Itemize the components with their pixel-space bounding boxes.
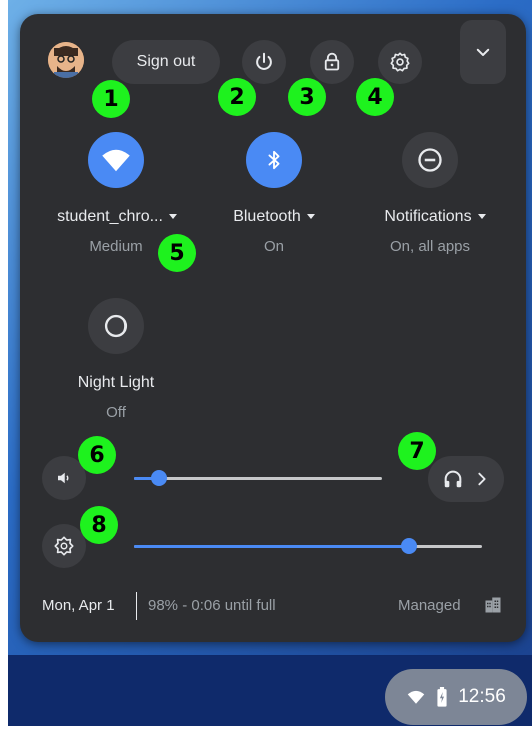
managed-label[interactable]: Managed [398, 597, 461, 614]
settings-button[interactable] [378, 40, 422, 84]
status-area-button[interactable]: 12:56 [385, 669, 527, 725]
wifi-network-name: student_chro... [57, 208, 163, 225]
annotation-badge: 1 [92, 80, 130, 118]
annotation-badge: 7 [398, 432, 436, 470]
lock-icon [324, 52, 340, 71]
caret-down-icon [477, 214, 486, 220]
caret-down-icon [306, 214, 315, 220]
annotation-badge: 6 [78, 436, 116, 474]
caret-down-icon [168, 214, 177, 220]
annotation-badge: 8 [80, 506, 118, 544]
footer-divider [136, 592, 137, 620]
wifi-tile-sublabel: Medium [89, 238, 143, 255]
volume-track [134, 477, 382, 480]
bluetooth-label-text: Bluetooth [233, 208, 301, 225]
night-light-tile-button[interactable] [88, 298, 144, 354]
desktop-edge [0, 0, 8, 733]
moon-icon [104, 314, 128, 338]
wifi-tile-button[interactable] [88, 132, 144, 188]
annotation-badge: 3 [288, 78, 326, 116]
wifi-icon [407, 690, 425, 704]
annotation-badge: 4 [356, 78, 394, 116]
wifi-icon [102, 149, 130, 172]
bluetooth-tile-label[interactable]: Bluetooth [213, 208, 335, 226]
audio-settings-button[interactable] [428, 456, 504, 502]
bluetooth-icon [268, 150, 280, 170]
chevron-right-icon [478, 472, 486, 486]
bluetooth-tile-sublabel: On [263, 238, 284, 255]
quick-settings-panel: Sign out student_chro... Medium Bluetoot… [20, 14, 526, 642]
brightness-slider[interactable] [134, 536, 482, 556]
brightness-fill [134, 545, 409, 548]
user-avatar[interactable] [48, 42, 84, 78]
desktop-edge-bottom [0, 726, 532, 733]
night-light-tile-label[interactable]: Night Light [56, 374, 176, 392]
gear-icon [390, 52, 410, 72]
power-button[interactable] [242, 40, 286, 84]
volume-thumb[interactable] [151, 470, 167, 486]
notifications-label-text: Notifications [384, 208, 472, 225]
wifi-tile-label[interactable]: student_chro... [50, 208, 184, 226]
headphones-icon [444, 470, 462, 488]
bluetooth-tile-button[interactable] [246, 132, 302, 188]
lock-button[interactable] [310, 40, 354, 84]
enterprise-icon [484, 596, 502, 619]
clock-time: 12:56 [458, 686, 506, 707]
night-light-tile-sublabel: Off [106, 404, 126, 421]
annotation-badge: 2 [218, 78, 256, 116]
collapse-button[interactable] [460, 20, 506, 84]
brightness-icon [54, 536, 74, 556]
power-icon [256, 52, 272, 70]
notifications-tile-sublabel: On, all apps [389, 238, 471, 255]
notifications-tile-button[interactable] [402, 132, 458, 188]
volume-slider[interactable] [134, 468, 382, 488]
chevron-down-icon [476, 48, 490, 56]
brightness-thumb[interactable] [401, 538, 417, 554]
battery-icon [437, 687, 447, 707]
brightness-button [42, 524, 86, 568]
sign-out-button[interactable]: Sign out [112, 40, 220, 84]
annotation-badge: 5 [158, 234, 196, 272]
date-label[interactable]: Mon, Apr 1 [42, 597, 115, 614]
battery-status[interactable]: 98% - 0:06 until full [148, 597, 276, 614]
notifications-tile-label[interactable]: Notifications [370, 208, 500, 226]
do-not-disturb-icon [418, 148, 442, 172]
volume-icon [58, 472, 69, 484]
